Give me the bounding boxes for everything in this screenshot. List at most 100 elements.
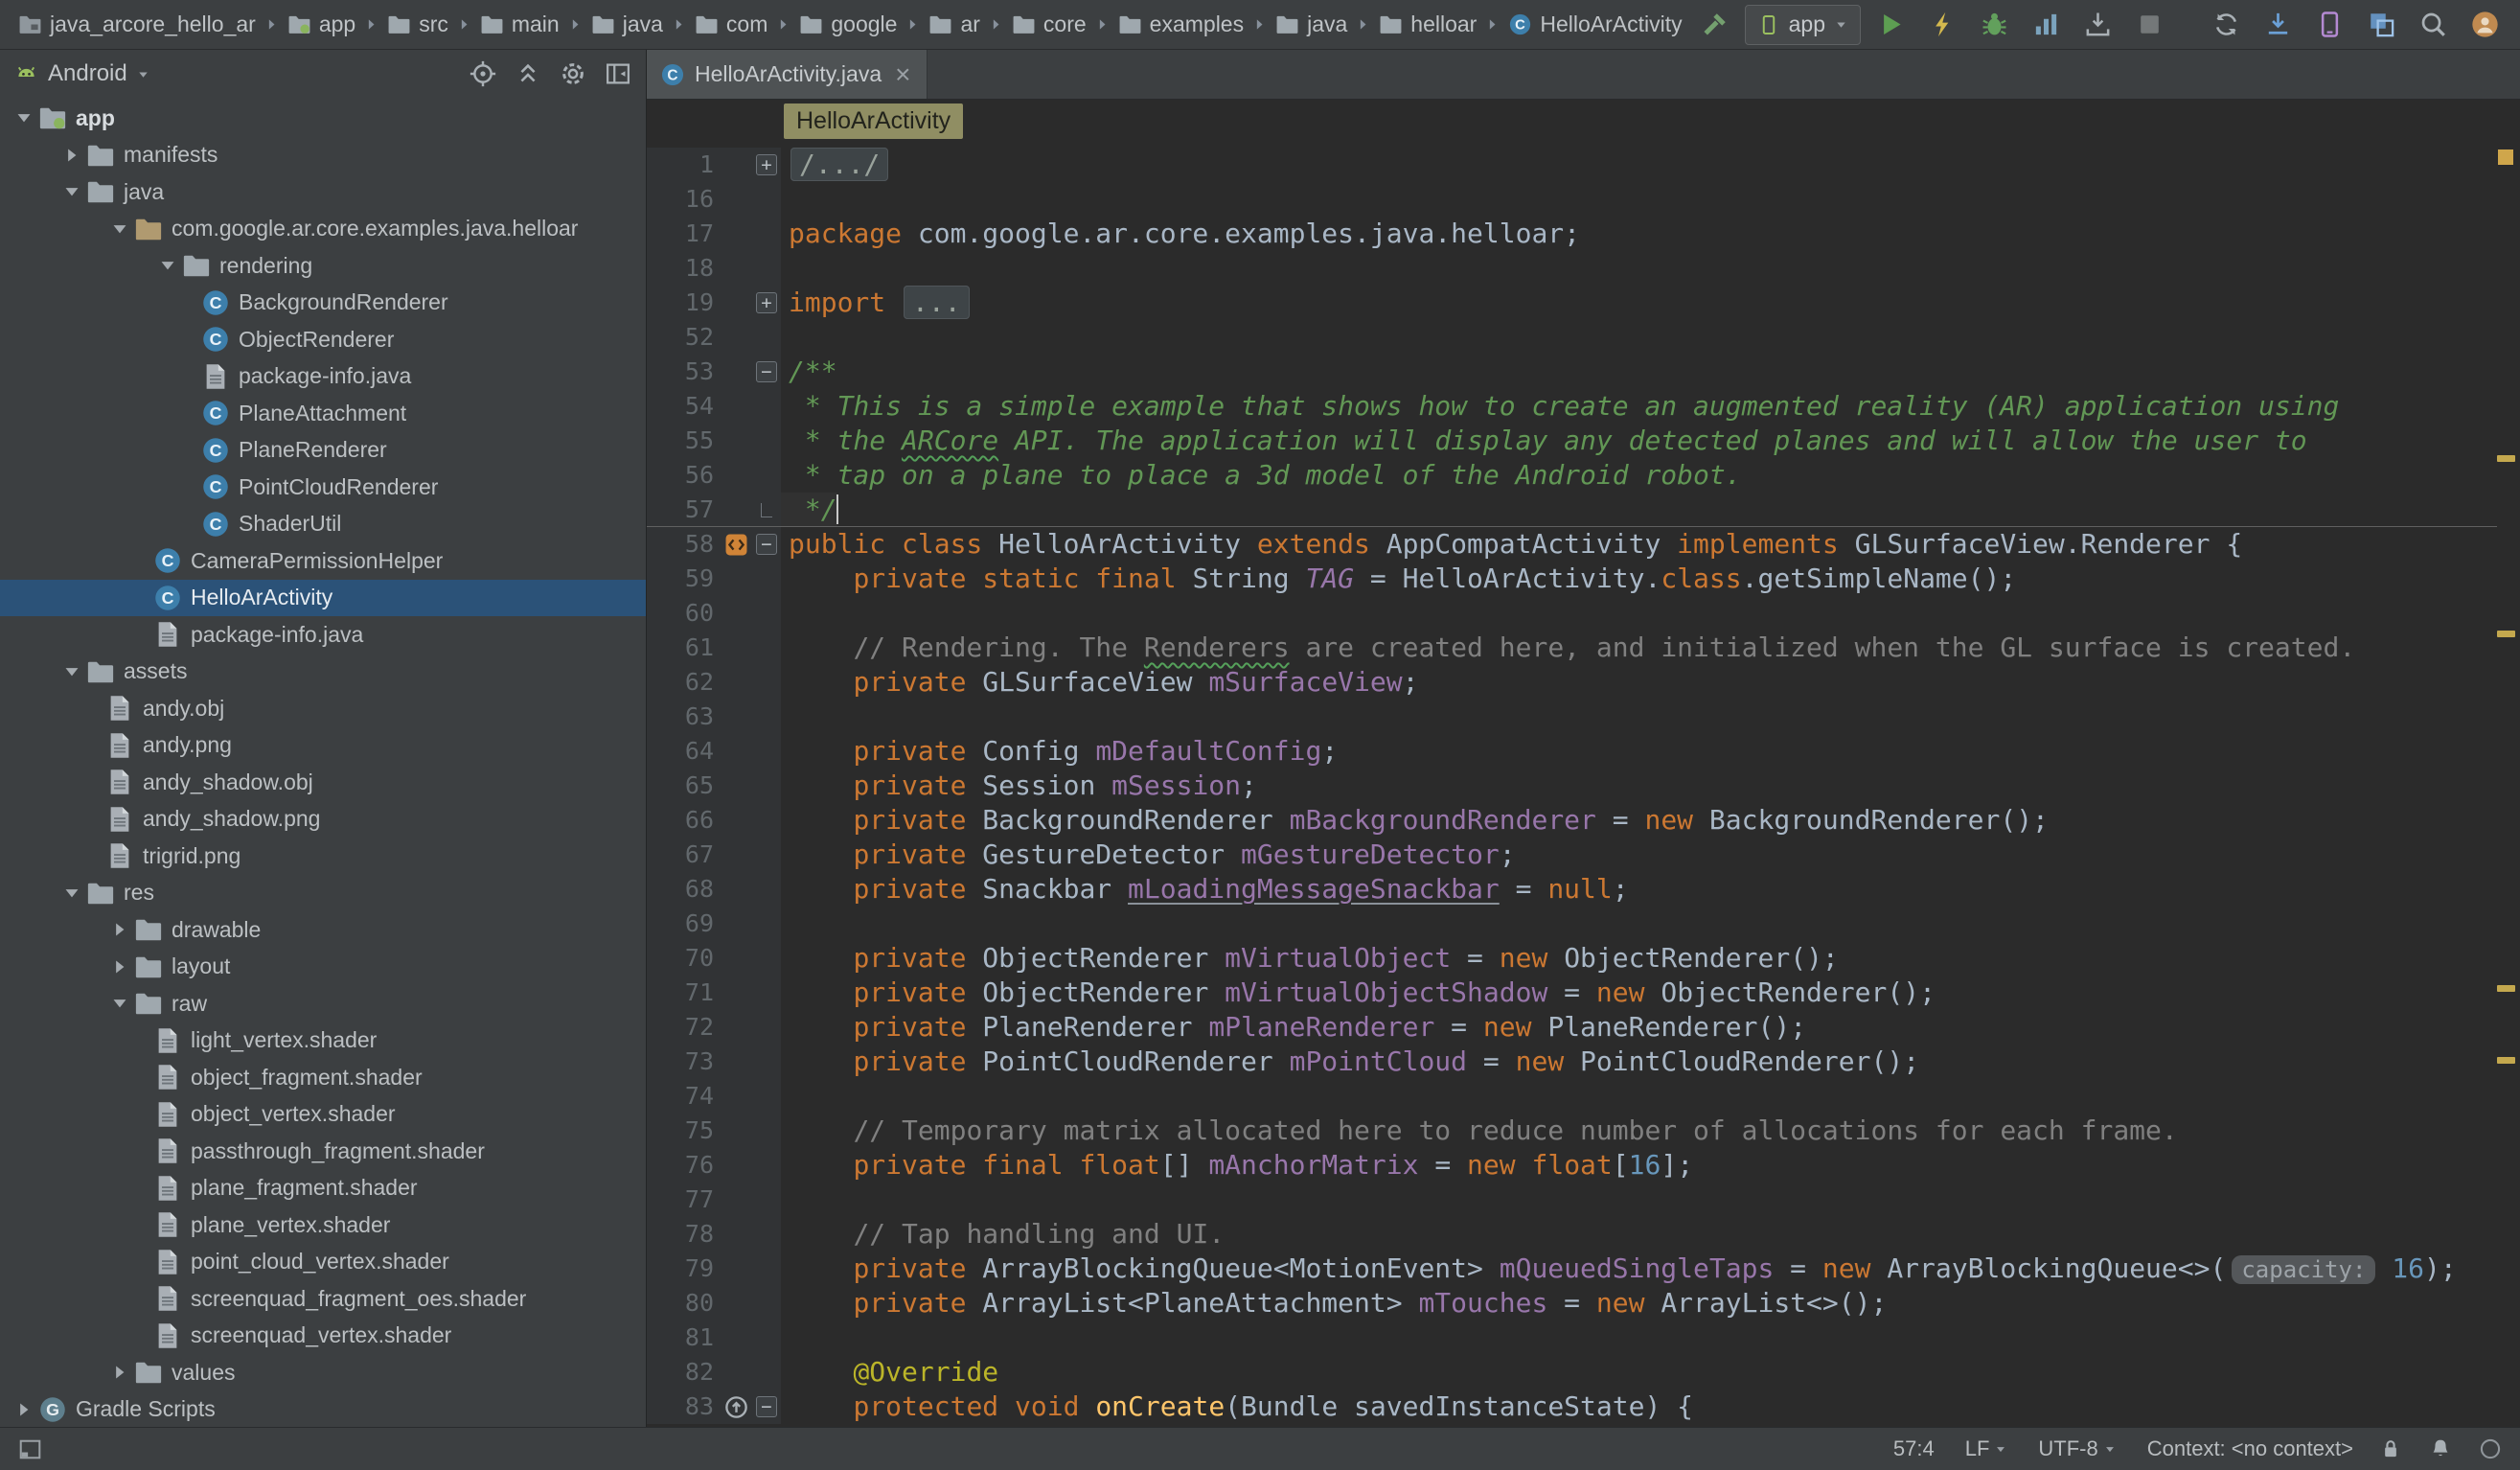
code-editor[interactable]: 1+/.../1617package com.google.ar.core.ex… (647, 142, 2520, 1427)
tree-collapse-arrow-icon[interactable] (105, 992, 134, 1015)
breadcrumb-item[interactable]: ar (924, 9, 984, 40)
breadcrumb-item[interactable]: java (586, 9, 668, 40)
settings-gear-button[interactable] (559, 59, 587, 88)
tree-collapse-arrow-icon[interactable] (105, 218, 134, 241)
breadcrumb-item[interactable]: google (794, 9, 902, 40)
fold-end-marker[interactable] (761, 503, 772, 517)
notifications-bell-icon[interactable] (2428, 1436, 2453, 1461)
tree-item-passthrough-fragment-shader[interactable]: passthrough_fragment.shader (0, 1133, 646, 1170)
tree-expand-arrow-icon[interactable] (57, 144, 86, 167)
breadcrumb-item[interactable]: src (382, 9, 453, 40)
breadcrumb-item[interactable]: java (1271, 9, 1352, 40)
tree-item-light-vertex-shader[interactable]: light_vertex.shader (0, 1022, 646, 1060)
breadcrumb-item[interactable]: com (690, 9, 772, 40)
breadcrumb-item[interactable]: examples (1113, 9, 1249, 40)
breadcrumb-item[interactable]: app (283, 9, 360, 40)
tree-expand-arrow-icon[interactable] (10, 1398, 38, 1421)
tree-item-planeattachment[interactable]: CPlaneAttachment (0, 395, 646, 432)
tree-item-planerenderer[interactable]: CPlaneRenderer (0, 432, 646, 470)
warning-stripe-mark[interactable] (2497, 631, 2515, 637)
tree-item-plane-fragment-shader[interactable]: plane_fragment.shader (0, 1170, 646, 1207)
tree-item-plane-vertex-shader[interactable]: plane_vertex.shader (0, 1206, 646, 1244)
stop-button[interactable] (2127, 5, 2171, 45)
tree-item-package-info-java[interactable]: package-info.java (0, 358, 646, 396)
tree-item-object-vertex-shader[interactable]: object_vertex.shader (0, 1096, 646, 1134)
tree-item-com-google-ar-core-examples-java-helloar[interactable]: com.google.ar.core.examples.java.helloar (0, 211, 646, 248)
sdk-download-button[interactable] (2256, 5, 2300, 45)
tree-item-package-info-java[interactable]: package-info.java (0, 616, 646, 654)
file-status-indicator[interactable] (2498, 149, 2513, 165)
collapse-all-button[interactable] (514, 59, 542, 88)
encoding-indicator[interactable]: UTF-8 (2038, 1436, 2116, 1461)
warning-stripe-mark[interactable] (2497, 985, 2515, 992)
apply-changes-bolt-button[interactable] (1920, 5, 1964, 45)
search-button[interactable] (2411, 5, 2455, 45)
attach-debugger-button[interactable] (2075, 5, 2119, 45)
tree-item-andy-shadow-png[interactable]: andy_shadow.png (0, 801, 646, 838)
fold-collapse-marker[interactable]: − (756, 534, 777, 555)
hide-panel-button[interactable] (604, 59, 632, 88)
tree-item-drawable[interactable]: drawable (0, 911, 646, 949)
breadcrumb-item[interactable]: helloar (1374, 9, 1481, 40)
warning-stripe-mark[interactable] (2497, 455, 2515, 462)
sync-button[interactable] (2204, 5, 2248, 45)
tree-expand-arrow-icon[interactable] (105, 918, 134, 941)
class-marker-gutter-icon[interactable] (723, 532, 749, 558)
tree-item-helloaractivity[interactable]: CHelloArActivity (0, 580, 646, 617)
breadcrumb-item[interactable]: java_arcore_hello_ar (13, 9, 261, 40)
tree-item-res[interactable]: res (0, 875, 646, 912)
line-separator-indicator[interactable]: LF (1965, 1436, 2008, 1461)
tree-item-trigrid-png[interactable]: trigrid.png (0, 838, 646, 875)
breadcrumb-item[interactable]: core (1007, 9, 1091, 40)
tree-item-gradle-scripts[interactable]: GGradle Scripts (0, 1391, 646, 1428)
tree-item-andy-png[interactable]: andy.png (0, 727, 646, 765)
tree-item-java[interactable]: java (0, 173, 646, 211)
avd-device-button[interactable] (2307, 5, 2351, 45)
tool-window-toggle-icon[interactable] (17, 1436, 43, 1462)
tree-item-app[interactable]: app (0, 100, 646, 137)
breadcrumb-item[interactable]: CHelloArActivity (1503, 9, 1686, 40)
fold-expand-marker[interactable]: + (756, 154, 777, 175)
tree-item-layout[interactable]: layout (0, 949, 646, 986)
tab-close-icon[interactable]: × (895, 62, 910, 87)
tree-collapse-arrow-icon[interactable] (57, 660, 86, 683)
tree-item-andy-obj[interactable]: andy.obj (0, 690, 646, 727)
tree-item-object-fragment-shader[interactable]: object_fragment.shader (0, 1059, 646, 1096)
run-config-selector[interactable]: app (1745, 5, 1861, 45)
fold-collapse-marker[interactable]: − (756, 361, 777, 382)
breadcrumb-item[interactable]: main (475, 9, 564, 40)
tree-item-screenquad-vertex-shader[interactable]: screenquad_vertex.shader (0, 1318, 646, 1355)
fold-expand-marker[interactable]: + (756, 292, 777, 313)
tree-item-objectrenderer[interactable]: CObjectRenderer (0, 321, 646, 358)
tree-expand-arrow-icon[interactable] (105, 1361, 134, 1384)
tree-item-assets[interactable]: assets (0, 654, 646, 691)
caret-position-indicator[interactable]: 57:4 (1893, 1436, 1935, 1461)
profiler-button[interactable] (2024, 5, 2068, 45)
build-hammer-button[interactable] (1693, 5, 1737, 45)
tree-item-values[interactable]: values (0, 1354, 646, 1391)
assistant-button[interactable] (2463, 5, 2507, 45)
tree-item-raw[interactable]: raw (0, 985, 646, 1022)
locate-button[interactable] (469, 59, 497, 88)
warning-stripe-mark[interactable] (2497, 1057, 2515, 1064)
breadcrumb-class-chip[interactable]: HelloArActivity (784, 103, 963, 139)
tree-item-point-cloud-vertex-shader[interactable]: point_cloud_vertex.shader (0, 1244, 646, 1281)
tree-item-rendering[interactable]: rendering (0, 247, 646, 285)
tree-collapse-arrow-icon[interactable] (57, 882, 86, 905)
tree-collapse-arrow-icon[interactable] (10, 106, 38, 129)
tree-item-pointcloudrenderer[interactable]: CPointCloudRenderer (0, 469, 646, 506)
debug-bug-button[interactable] (1972, 5, 2016, 45)
editor-tab[interactable]: C HelloArActivity.java × (647, 50, 928, 99)
fold-collapse-marker[interactable]: − (756, 1396, 777, 1417)
tree-collapse-arrow-icon[interactable] (57, 180, 86, 203)
project-view-selector[interactable]: Android (13, 60, 150, 87)
tree-item-manifests[interactable]: manifests (0, 137, 646, 174)
memory-indicator-icon[interactable] (2478, 1436, 2503, 1461)
layout-inspector-button[interactable] (2359, 5, 2403, 45)
tree-item-camerapermissionhelper[interactable]: CCameraPermissionHelper (0, 542, 646, 580)
tree-item-andy-shadow-obj[interactable]: andy_shadow.obj (0, 764, 646, 801)
run-play-button[interactable] (1868, 5, 1913, 45)
tree-item-shaderutil[interactable]: CShaderUtil (0, 506, 646, 543)
context-indicator[interactable]: Context: <no context> (2147, 1436, 2353, 1461)
tree-item-backgroundrenderer[interactable]: CBackgroundRenderer (0, 285, 646, 322)
